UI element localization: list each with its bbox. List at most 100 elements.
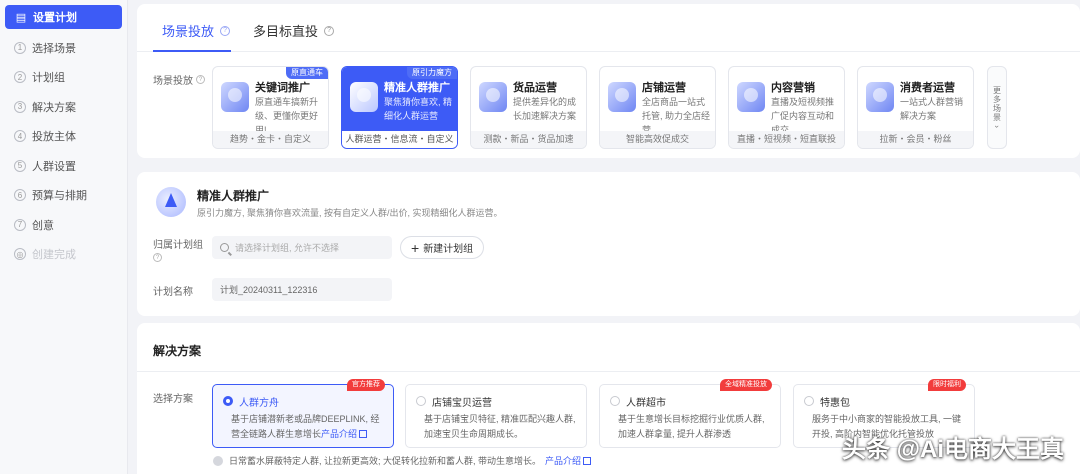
scene-card-keyword[interactable]: 关键词推广 原直通车搞新升级、更懂你更好用! 趋势・金卡・自定义 原直通车 (212, 66, 329, 149)
step-set-plan[interactable]: ▤ 设置计划 (5, 5, 122, 29)
solution-option-store-product[interactable]: 店铺宝贝运营 基于店铺宝贝特征, 精准匹配兴趣人群, 加速宝贝生命周期成长。 (405, 384, 587, 448)
tab-bar: 场景投放 ? 多目标直投 ? (137, 4, 1080, 52)
help-icon[interactable]: ? (220, 25, 231, 36)
promo-tag: 全域精准投放 (720, 379, 772, 391)
solution-title: 解决方案 (153, 344, 202, 358)
scene-card-consumer[interactable]: 消费者运营 一站式人群营销解决方案 拉新・会员・粉丝 (857, 66, 974, 149)
option-name: 人群方舟 (239, 398, 279, 409)
tab-label: 多目标直投 (253, 24, 319, 39)
plan-desc: 原引力魔方, 聚焦猜你喜欢流量, 按有自定义人群/出价, 实现精细化人群运营。 (197, 208, 503, 218)
step-number: 2 (14, 71, 26, 84)
card-badge: 原引力魔方 (407, 67, 457, 79)
button-label: 新建计划组 (423, 244, 474, 255)
scene-label-text: 场景投放 (153, 76, 193, 87)
card-foot: 趋势・金卡・自定义 (213, 131, 328, 148)
option-desc: 基于生意增长目标挖掘行业优质人群, 加速人群拿量, 提升人群渗透 (618, 414, 765, 439)
card-foot: 测款・新品・货品加速 (471, 131, 586, 148)
scene-card-content[interactable]: 内容营销 直播及短视频推广促内容互动和成交 直播・短视频・短直联投 (728, 66, 845, 149)
solution-option-audience-ark[interactable]: 人群方舟 基于店铺潜新老或品牌DEEPLINK, 经营全链路人群生意增长产品介绍… (212, 379, 394, 448)
plan-group-select[interactable]: 请选择计划组, 允许不选择 (212, 236, 392, 259)
plan-panel: 精准人群推广 原引力魔方, 聚焦猜你喜欢流量, 按有自定义人群/出价, 实现精细… (137, 172, 1080, 316)
help-icon[interactable]: ? (153, 253, 162, 262)
step-subject[interactable]: 4 投放主体 (0, 122, 127, 152)
solution-option-audience-market[interactable]: 人群超市 基于生意增长目标挖掘行业优质人群, 加速人群拿量, 提升人群渗透 全域… (599, 379, 781, 448)
radio[interactable] (610, 396, 620, 406)
step-label: 投放主体 (32, 131, 76, 144)
step-number: 6 (14, 189, 26, 202)
product-intro-link[interactable]: 产品介绍 (321, 429, 357, 439)
group-label: 归属计划组 ? (153, 236, 203, 262)
tip-row: 日常蓄水屏蔽特定人群, 让拉新更高效; 大促转化拉新和蓄人群, 带动生意增长。 … (213, 454, 592, 467)
sidebar-steps: ▤ 设置计划 1 选择场景 2 计划组 3 解决方案 4 投放主体 5 人群设置… (0, 0, 128, 474)
scene-card-product[interactable]: 货品运营 提供差异化的成长加速解决方案 测款・新品・货品加速 (470, 66, 587, 149)
external-link-icon (583, 456, 592, 465)
card-foot: 智能高效促成交 (600, 131, 715, 148)
audience-icon (350, 82, 378, 112)
tab-label: 场景投放 (162, 24, 215, 39)
toggle-switch[interactable] (213, 455, 223, 466)
step-label: 人群设置 (32, 160, 76, 173)
scene-card-precise-audience[interactable]: 精准人群推广 聚焦猜你喜欢, 精细化人群运营 人群运营・信息流・自定义 原引力魔… (341, 66, 458, 149)
step-budget[interactable]: 6 预算与排期 (0, 181, 127, 211)
tip-text: 日常蓄水屏蔽特定人群, 让拉新更高效; 大促转化拉新和蓄人群, 带动生意增长。 (229, 456, 542, 466)
consumer-icon (866, 82, 894, 112)
card-badge: 原直通车 (286, 67, 328, 79)
keyword-icon (221, 82, 249, 112)
step-number: 5 (14, 159, 26, 172)
new-plan-group-button[interactable]: + 新建计划组 (400, 236, 485, 259)
store-icon (608, 82, 636, 112)
step-solution[interactable]: 3 解决方案 (0, 92, 127, 122)
name-label-text: 计划名称 (153, 287, 193, 298)
card-foot: 直播・短视频・短直联投 (729, 131, 844, 148)
name-label: 计划名称 (153, 283, 193, 298)
external-link-icon (359, 430, 368, 438)
scene-card-store[interactable]: 店铺运营 全店商品一站式托管, 助力全店经营 智能高效促成交 (599, 66, 716, 149)
step-select-scene[interactable]: 1 选择场景 (0, 33, 127, 63)
scene-label: 场景投放 ? (153, 72, 205, 87)
help-icon[interactable]: ? (324, 25, 335, 36)
step-number: 1 (14, 41, 26, 54)
recommend-tag: 官方推荐 (347, 379, 385, 391)
tab-scene-delivery[interactable]: 场景投放 ? (162, 21, 231, 40)
step-number: ◎ (14, 248, 26, 261)
step-complete: ◎ 创建完成 (0, 240, 127, 270)
option-desc: 基于店铺潜新老或品牌DEEPLINK, 经营全链路人群生意增长产品介绍 (231, 412, 385, 442)
card-desc: 提供差异化的成长加速解决方案 (513, 97, 577, 121)
search-icon (220, 243, 229, 252)
step-number: 3 (14, 100, 26, 113)
plus-icon: + (411, 239, 420, 256)
plan-title: 精准人群推广 (197, 189, 270, 203)
step-plan-group[interactable]: 2 计划组 (0, 63, 127, 93)
option-desc-text: 基于店铺潜新老或品牌DEEPLINK, 经营全链路人群生意增长 (231, 414, 380, 439)
step-number: 4 (14, 130, 26, 143)
step-audience[interactable]: 5 人群设置 (0, 151, 127, 181)
video-icon (737, 82, 765, 112)
solution-label-text: 选择方案 (153, 394, 193, 405)
step-number: 7 (14, 218, 26, 231)
tip-link[interactable]: 产品介绍 (545, 454, 581, 467)
plan-icon: ▤ (15, 11, 27, 24)
option-name: 特惠包 (820, 398, 850, 409)
tab-multi-target[interactable]: 多目标直投 ? (253, 21, 335, 40)
option-name: 店铺宝贝运营 (432, 398, 492, 409)
card-title: 内容营销 (771, 82, 815, 94)
card-desc: 一站式人群营销解决方案 (900, 97, 964, 121)
option-name: 人群超市 (626, 398, 666, 409)
divider (137, 371, 1080, 372)
step-label: 设置计划 (33, 12, 77, 24)
radio[interactable] (416, 396, 426, 406)
radio[interactable] (804, 396, 814, 406)
step-label: 创意 (32, 219, 54, 232)
precise-audience-icon (156, 187, 186, 217)
help-icon[interactable]: ? (196, 75, 205, 84)
card-title: 店铺运营 (642, 82, 686, 94)
option-desc: 基于店铺宝贝特征, 精准匹配兴趣人群, 加速宝贝生命周期成长。 (424, 414, 576, 439)
step-label: 计划组 (32, 72, 65, 85)
step-creative[interactable]: 7 创意 (0, 210, 127, 240)
radio-selected[interactable] (223, 396, 233, 406)
step-label: 预算与排期 (32, 190, 87, 203)
plan-name-input[interactable]: 计划_20240311_122316 (212, 278, 392, 301)
step-label: 创建完成 (32, 249, 76, 262)
more-scenes-button[interactable]: 更多场景 › (987, 66, 1007, 149)
card-title: 关键词推广 (255, 82, 310, 94)
